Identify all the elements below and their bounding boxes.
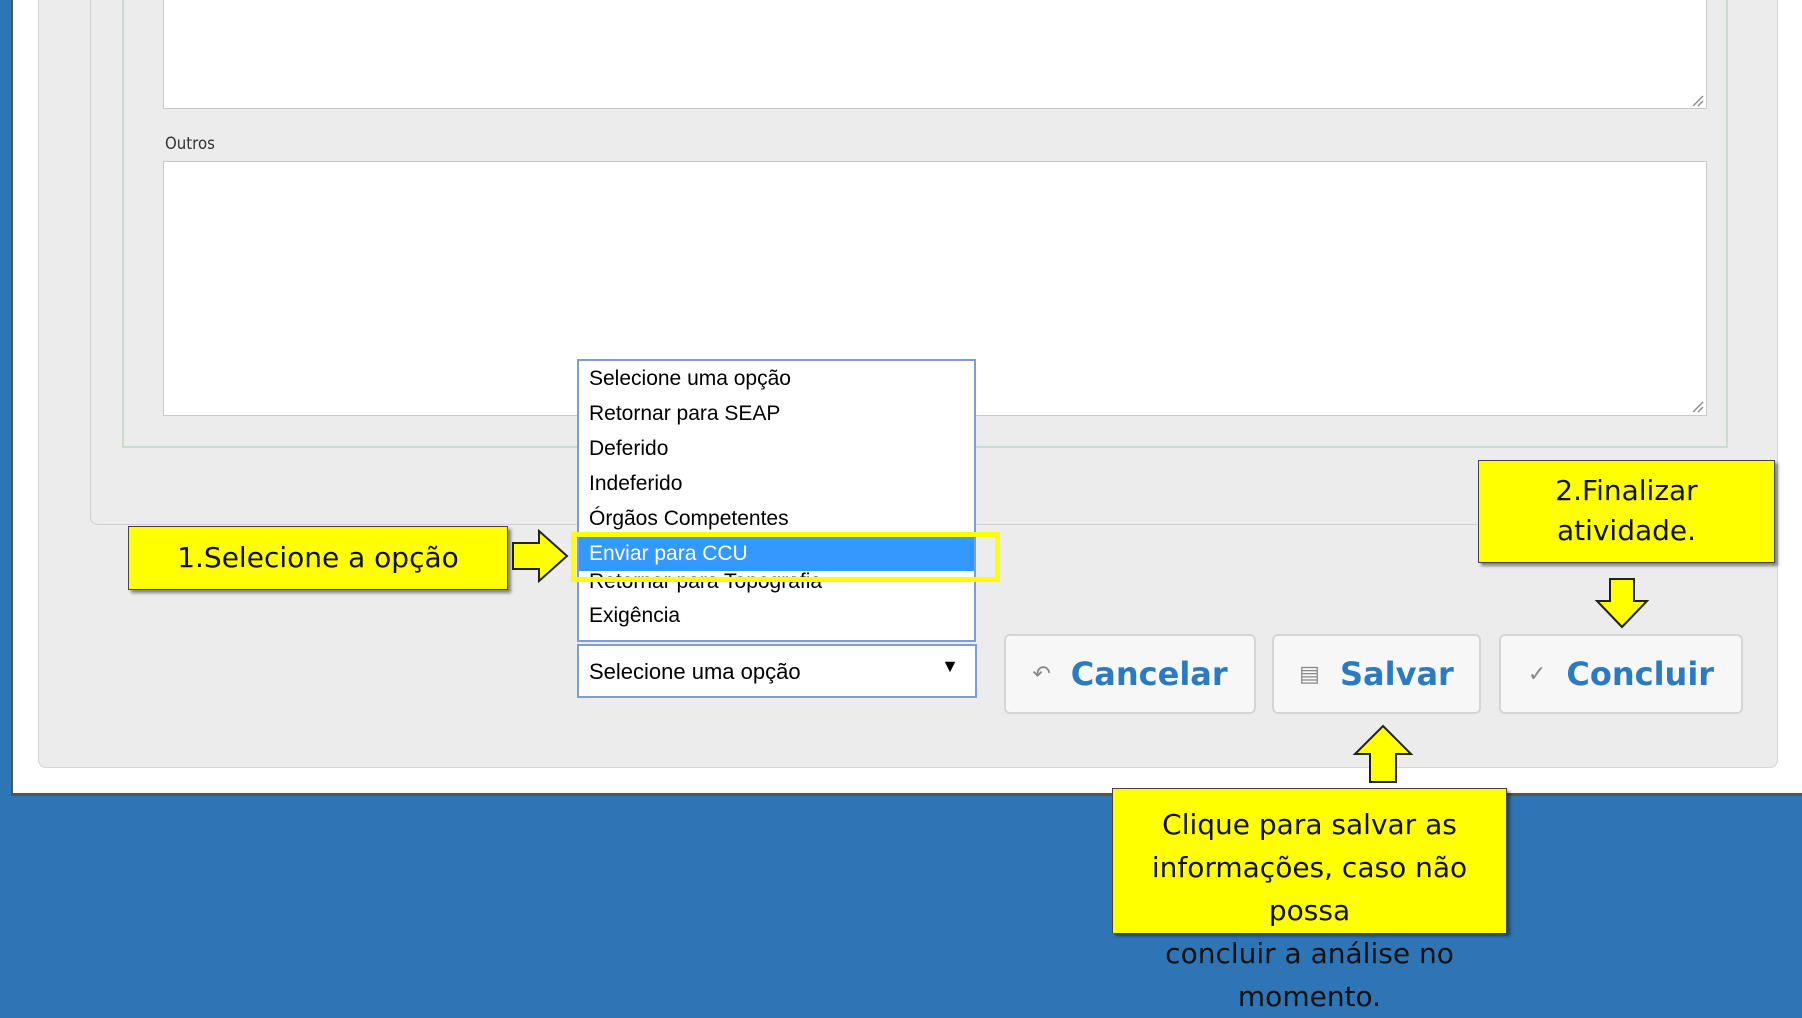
callout-select-option: 1.Selecione a opção: [128, 526, 508, 590]
conclude-button-label: Concluir: [1566, 655, 1715, 693]
resize-grip-icon[interactable]: [1690, 93, 1704, 107]
check-icon: ✓: [1527, 661, 1547, 687]
callout-text: Clique para salvar as: [1162, 808, 1457, 841]
selection-highlight: [571, 532, 1000, 582]
dropdown-option[interactable]: Deferido: [579, 431, 974, 466]
save-button[interactable]: ▤ Salvar: [1272, 634, 1481, 714]
dropdown-option[interactable]: Indeferido: [579, 466, 974, 501]
callout-text: concluir a análise no momento.: [1165, 937, 1454, 1013]
cancel-button[interactable]: ↶ Cancelar: [1004, 634, 1256, 714]
cancel-button-label: Cancelar: [1070, 655, 1228, 693]
right-arrow-icon: [512, 528, 569, 584]
down-arrow-icon: [1594, 578, 1650, 629]
select-value: Selecione uma opção: [589, 659, 801, 684]
decision-dropdown-list: Selecione uma opção Retornar para SEAP D…: [577, 359, 976, 642]
dropdown-option[interactable]: Órgãos Competentes: [579, 501, 974, 536]
callout-finalize: 2.Finalizar atividade.: [1478, 460, 1775, 563]
decision-select[interactable]: Selecione uma opção ▼: [577, 644, 977, 698]
callout-text: atividade.: [1556, 514, 1697, 547]
dropdown-option[interactable]: Retornar para SEAP: [579, 396, 974, 431]
save-icon: ▤: [1299, 661, 1320, 687]
callout-text: informações, caso não possa: [1151, 851, 1468, 927]
resize-grip-icon[interactable]: [1690, 399, 1704, 413]
dropdown-arrow-icon: ▼: [941, 656, 959, 676]
outros-label: Outros: [165, 134, 215, 154]
dropdown-option[interactable]: Selecione uma opção: [579, 361, 974, 396]
up-arrow-icon: [1352, 724, 1414, 783]
previous-textarea[interactable]: [163, 0, 1707, 109]
callout-text: 2.Finalizar: [1555, 474, 1698, 507]
callout-text: 1.Selecione a opção: [177, 541, 459, 574]
callout-save-info: Clique para salvar as informações, caso …: [1112, 788, 1507, 1013]
save-button-label: Salvar: [1339, 655, 1454, 693]
undo-icon: ↶: [1032, 661, 1051, 687]
dropdown-option[interactable]: Exigência: [579, 598, 974, 633]
conclude-button[interactable]: ✓ Concluir: [1499, 634, 1743, 714]
